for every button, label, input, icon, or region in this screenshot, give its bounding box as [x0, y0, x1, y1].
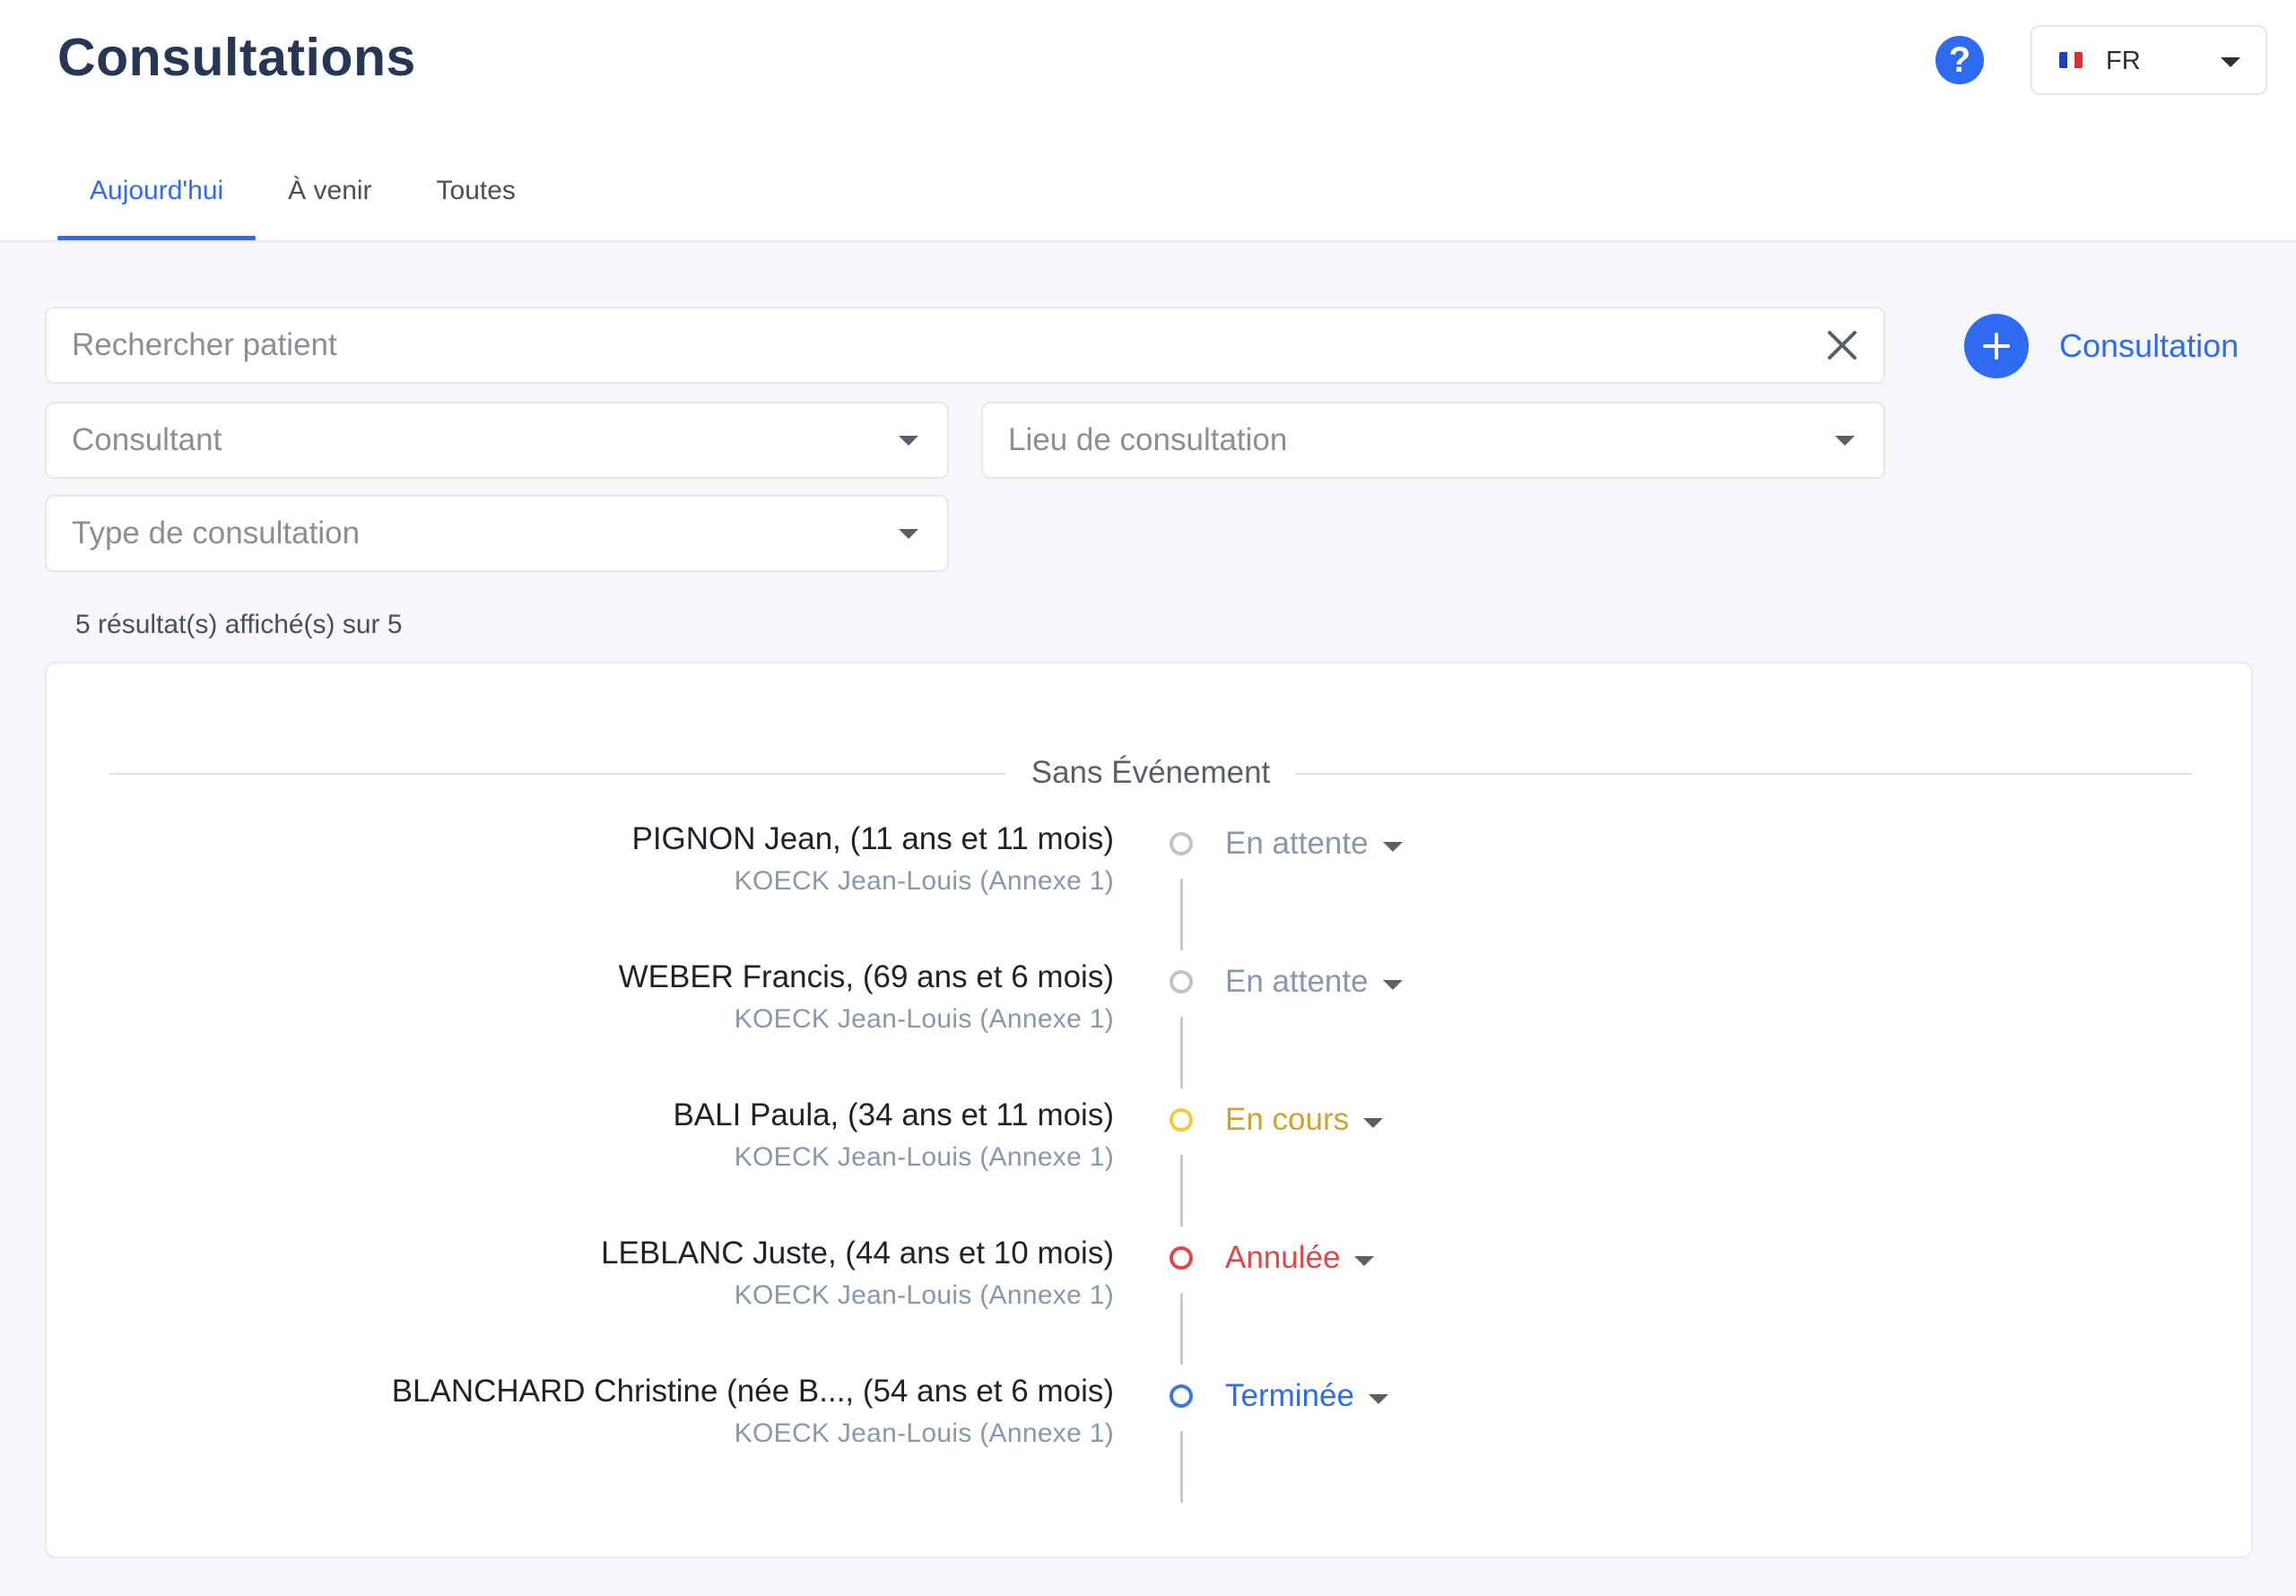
timeline-connector	[1180, 879, 1183, 950]
chevron-down-icon	[899, 436, 918, 446]
search-placeholder: Rechercher patient	[72, 327, 337, 362]
group-divider: Sans Événement	[109, 755, 2192, 791]
plus-icon	[1964, 314, 2029, 378]
status-dot	[1170, 1108, 1193, 1132]
group-label: Sans Événement	[1009, 755, 1292, 791]
timeline-entry[interactable]: BALI Paula, (34 ans et 11 mois) KOECK Je…	[47, 1097, 2251, 1236]
timeline-connector	[1180, 1431, 1183, 1503]
tab-upcoming[interactable]: À venir	[256, 170, 404, 240]
page-header: Consultations ? FR Aujourd'hui À venir T…	[0, 0, 2296, 242]
tab-bar: Aujourd'hui À venir Toutes	[57, 170, 548, 242]
consultant-name: KOECK Jean-Louis (Annexe 1)	[734, 1418, 1114, 1448]
status-dropdown[interactable]: En attente	[1225, 961, 1403, 1002]
status-dot	[1170, 832, 1193, 855]
chevron-down-icon	[1368, 1393, 1388, 1404]
divider-line	[109, 773, 1006, 775]
patient-name[interactable]: BLANCHARD Christine (née B..., (54 ans e…	[392, 1374, 1114, 1410]
status-label: En cours	[1225, 1102, 1350, 1137]
status-dot	[1170, 1246, 1193, 1270]
patient-search-input[interactable]: Rechercher patient	[45, 307, 1885, 384]
language-select[interactable]: FR	[2031, 25, 2267, 95]
consultant-name: KOECK Jean-Louis (Annexe 1)	[734, 1280, 1114, 1310]
status-dropdown[interactable]: En cours	[1225, 1099, 1384, 1141]
status-dropdown[interactable]: En attente	[1225, 823, 1403, 864]
language-label: FR	[2106, 47, 2141, 75]
status-label: Annulée	[1225, 1240, 1341, 1275]
flag-fr-icon	[2059, 52, 2083, 68]
tab-all[interactable]: Toutes	[404, 170, 548, 240]
timeline-entry[interactable]: LEBLANC Juste, (44 ans et 10 mois) KOECK…	[47, 1236, 2251, 1374]
status-dropdown[interactable]: Terminée	[1225, 1375, 1388, 1417]
consultant-name: KOECK Jean-Louis (Annexe 1)	[734, 866, 1114, 896]
consultant-name: KOECK Jean-Louis (Annexe 1)	[734, 1004, 1114, 1034]
patient-name[interactable]: PIGNON Jean, (11 ans et 11 mois)	[631, 821, 1114, 857]
status-dropdown[interactable]: Annulée	[1225, 1237, 1375, 1279]
consultant-placeholder: Consultant	[72, 422, 222, 457]
timeline-entry[interactable]: WEBER Francis, (69 ans et 6 mois) KOECK …	[47, 959, 2251, 1097]
timeline-entry[interactable]: BLANCHARD Christine (née B..., (54 ans e…	[47, 1374, 2251, 1512]
tab-label: À venir	[288, 176, 372, 205]
help-icon: ?	[1948, 39, 1971, 80]
patient-name[interactable]: LEBLANC Juste, (44 ans et 10 mois)	[601, 1236, 1114, 1271]
chevron-down-icon	[1835, 436, 1855, 446]
chevron-down-icon	[899, 529, 918, 539]
tab-today[interactable]: Aujourd'hui	[57, 170, 257, 240]
patient-name[interactable]: BALI Paula, (34 ans et 11 mois)	[673, 1097, 1114, 1133]
status-dot	[1170, 970, 1193, 993]
consultant-select[interactable]: Consultant	[45, 402, 949, 479]
help-button[interactable]: ?	[1935, 36, 1984, 84]
status-label: En attente	[1225, 964, 1369, 999]
chevron-down-icon	[1382, 841, 1403, 852]
patient-name[interactable]: WEBER Francis, (69 ans et 6 mois)	[619, 959, 1114, 995]
divider-line	[1295, 773, 2192, 775]
tab-label: Aujourd'hui	[90, 176, 224, 205]
consultant-name: KOECK Jean-Louis (Annexe 1)	[734, 1142, 1114, 1172]
tab-label: Toutes	[436, 176, 516, 205]
consultation-type-select[interactable]: Type de consultation	[45, 495, 949, 572]
close-icon	[1828, 331, 1857, 360]
status-label: En attente	[1225, 826, 1369, 861]
clear-search-button[interactable]	[1824, 327, 1860, 363]
location-placeholder: Lieu de consultation	[1008, 422, 1288, 457]
location-select[interactable]: Lieu de consultation	[981, 402, 1885, 479]
status-dot	[1170, 1384, 1193, 1408]
type-placeholder: Type de consultation	[72, 516, 361, 551]
timeline-connector	[1180, 1017, 1183, 1089]
chevron-down-icon	[1354, 1255, 1375, 1266]
result-count: 5 résultat(s) affiché(s) sur 5	[75, 610, 403, 639]
add-consultation-label: Consultation	[2059, 327, 2239, 364]
chevron-down-icon	[2221, 57, 2240, 67]
chevron-down-icon	[1382, 979, 1403, 990]
timeline-connector	[1180, 1155, 1183, 1227]
consultation-timeline: Sans Événement PIGNON Jean, (11 ans et 1…	[45, 662, 2253, 1558]
chevron-down-icon	[1363, 1117, 1384, 1128]
add-consultation-button[interactable]: Consultation	[1964, 314, 2239, 378]
page-title: Consultations	[57, 28, 416, 87]
status-label: Terminée	[1225, 1378, 1354, 1413]
timeline-connector	[1180, 1293, 1183, 1365]
timeline-entry[interactable]: PIGNON Jean, (11 ans et 11 mois) KOECK J…	[47, 821, 2251, 959]
